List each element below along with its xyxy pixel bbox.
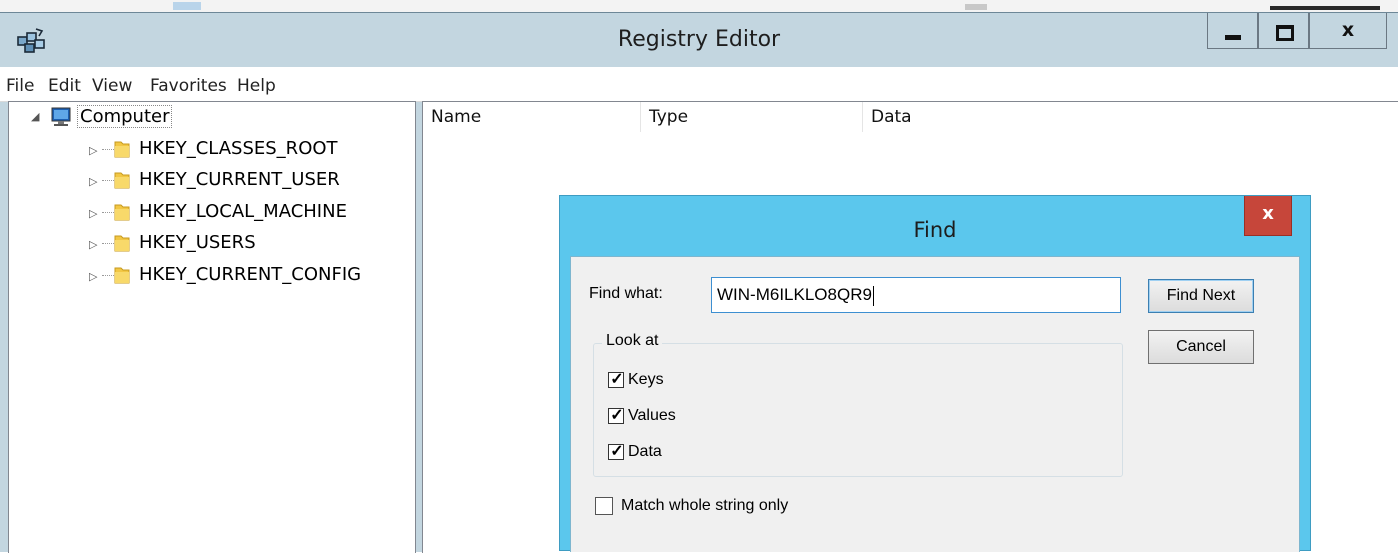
menu-help[interactable]: Help — [237, 76, 276, 96]
tree-node-hklm[interactable]: ▷ HKEY_LOCAL_MACHINE — [9, 198, 409, 226]
close-icon: x — [1341, 19, 1355, 41]
expand-arrow-icon[interactable]: ▷ — [89, 270, 97, 283]
look-at-legend: Look at — [602, 332, 663, 350]
background-tab-fragment — [173, 2, 201, 10]
find-dialog-title: Find — [913, 218, 957, 242]
folder-icon — [114, 172, 130, 189]
data-checkbox[interactable]: ✓ — [608, 443, 624, 460]
menu-file[interactable]: File — [6, 76, 34, 96]
folder-icon — [114, 141, 130, 158]
find-what-input[interactable]: WIN-M6ILKLO8QR9 — [711, 277, 1121, 313]
tree-node-hkcc[interactable]: ▷ HKEY_CURRENT_CONFIG — [9, 261, 409, 289]
tree-label: HKEY_USERS — [139, 232, 256, 253]
find-dialog: Find x Find what: WIN-M6ILKLO8QR9 Find N… — [559, 195, 1311, 552]
maximize-icon — [1276, 25, 1294, 41]
maximize-button[interactable] — [1258, 13, 1309, 49]
close-icon: x — [1262, 203, 1274, 224]
column-header-type[interactable]: Type — [641, 102, 863, 132]
find-next-button[interactable]: Find Next — [1148, 279, 1254, 313]
tree-label-computer: Computer — [77, 105, 173, 128]
tree-node-computer[interactable]: ◢ Computer — [9, 102, 409, 130]
column-header-data[interactable]: Data — [863, 102, 1398, 132]
menu-view[interactable]: View — [92, 76, 132, 96]
match-whole-string-label[interactable]: Match whole string only — [621, 497, 788, 515]
expand-arrow-icon[interactable]: ▷ — [89, 238, 97, 251]
folder-icon — [114, 204, 130, 221]
expand-arrow-icon[interactable]: ▷ — [89, 144, 97, 157]
checkmark-icon: ✓ — [610, 443, 624, 460]
values-checkbox[interactable]: ✓ — [608, 407, 624, 424]
menu-favorites[interactable]: Favorites — [150, 76, 227, 96]
window-title: Registry Editor — [617, 27, 781, 52]
folder-icon — [114, 235, 130, 252]
find-close-button[interactable]: x — [1244, 196, 1292, 236]
tree-node-hkcu[interactable]: ▷ HKEY_CURRENT_USER — [9, 166, 409, 194]
menu-edit[interactable]: Edit — [48, 76, 81, 96]
keys-checkbox-label[interactable]: Keys — [628, 371, 664, 389]
checkmark-icon: ✓ — [610, 371, 624, 388]
tree-label: HKEY_LOCAL_MACHINE — [139, 201, 347, 222]
key-tree-pane[interactable]: ◢ Computer ▷ HKEY_CLASSES_ROOT ▷ HKEY_CU… — [8, 101, 416, 553]
minimize-button[interactable] — [1207, 13, 1258, 49]
tree-node-hku[interactable]: ▷ HKEY_USERS — [9, 229, 409, 257]
cancel-button[interactable]: Cancel — [1148, 330, 1254, 364]
title-bar[interactable]: Registry Editor x — [0, 13, 1398, 67]
tree-label: HKEY_CLASSES_ROOT — [139, 138, 338, 159]
tree-label: HKEY_CURRENT_CONFIG — [139, 264, 362, 285]
values-checkbox-label[interactable]: Values — [628, 407, 676, 425]
keys-checkbox[interactable]: ✓ — [608, 371, 624, 388]
find-dialog-body: Find what: WIN-M6ILKLO8QR9 Find Next Can… — [570, 256, 1300, 552]
column-header-name[interactable]: Name — [423, 102, 641, 132]
close-button[interactable]: x — [1309, 13, 1387, 49]
checkmark-icon: ✓ — [610, 407, 624, 424]
match-whole-string-checkbox[interactable] — [595, 497, 613, 515]
minimize-icon — [1225, 35, 1241, 40]
find-what-label: Find what: — [589, 285, 663, 302]
collapse-arrow-icon[interactable]: ◢ — [31, 110, 39, 123]
background-scroll-fragment — [965, 4, 987, 10]
data-checkbox-label[interactable]: Data — [628, 443, 662, 461]
computer-icon — [51, 107, 71, 126]
find-what-value: WIN-M6ILKLO8QR9 — [717, 285, 872, 304]
expand-arrow-icon[interactable]: ▷ — [89, 207, 97, 220]
tree-node-hkcr[interactable]: ▷ HKEY_CLASSES_ROOT — [9, 135, 409, 163]
menu-bar: File Edit View Favorites Help — [0, 67, 1398, 102]
background-window-strip — [0, 0, 1398, 12]
text-caret — [872, 285, 874, 306]
background-bar-fragment — [1270, 6, 1380, 10]
tree-label: HKEY_CURRENT_USER — [139, 169, 340, 190]
folder-icon — [114, 267, 130, 284]
look-at-group: Look at ✓ Keys ✓ Values ✓ Data — [593, 332, 1123, 477]
expand-arrow-icon[interactable]: ▷ — [89, 175, 97, 188]
